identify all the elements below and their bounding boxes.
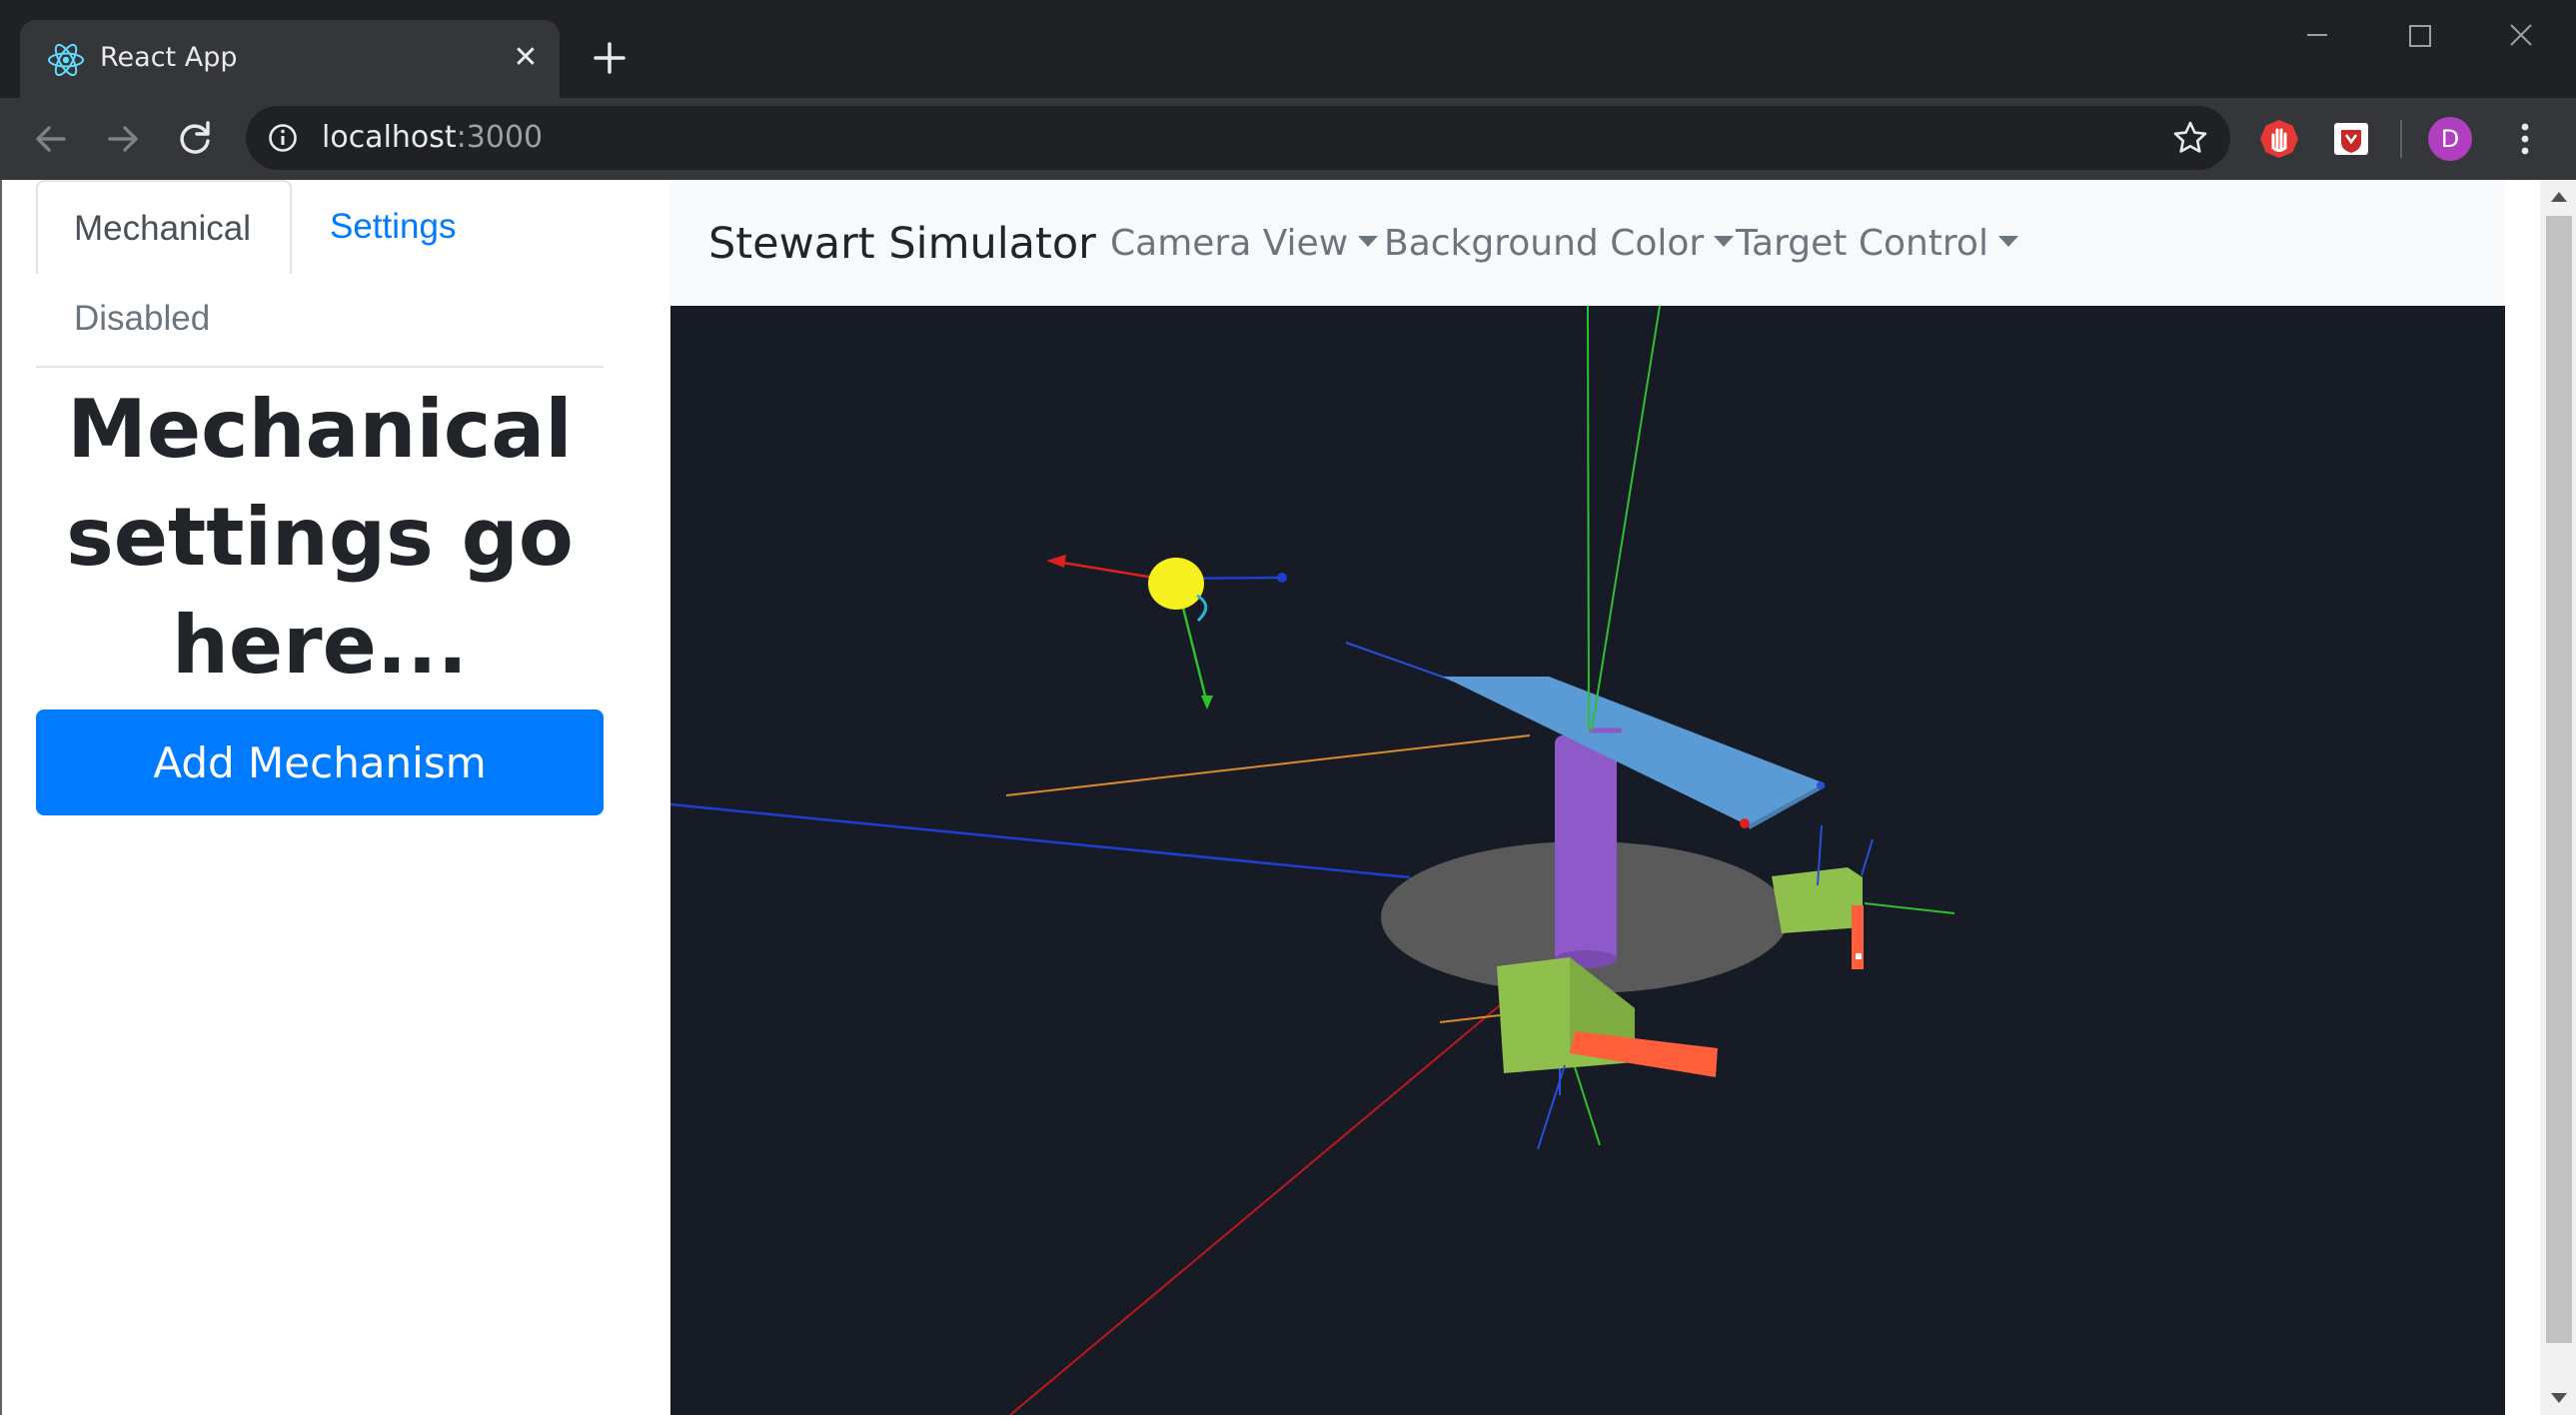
minimize-icon[interactable]	[2282, 12, 2352, 58]
tab-settings[interactable]: Settings	[330, 202, 456, 252]
maximize-icon[interactable]	[2384, 12, 2454, 58]
target-arrow-red	[1046, 555, 1066, 568]
platform-corner-blue	[1817, 781, 1825, 789]
servo-front-axis-green	[1574, 1066, 1601, 1146]
browser-tab[interactable]: React App ✕	[20, 20, 560, 98]
stop-hand-icon[interactable]	[2258, 118, 2300, 160]
info-icon[interactable]	[268, 123, 298, 153]
page-viewport: Mechanical Settings Disabled Mechanical …	[0, 180, 2576, 1416]
panel-tabs: Mechanical Settings Disabled	[36, 180, 604, 368]
servo-right-arm-tip	[1856, 953, 1862, 959]
servo-right-axis-green	[1864, 902, 1955, 914]
actuator-column	[1555, 735, 1617, 961]
top-navbar: Stewart Simulator Camera View Background…	[670, 180, 2505, 306]
caret-down-icon	[1358, 236, 1379, 247]
close-icon[interactable]	[2486, 12, 2556, 58]
tab-disabled: Disabled	[74, 299, 211, 338]
camera-view-label: Camera View	[1110, 223, 1349, 264]
servo-front-axis-blue	[1537, 1064, 1566, 1150]
close-tab-icon[interactable]: ✕	[506, 38, 546, 78]
world-axis-blue	[669, 802, 1411, 879]
background-color-label: Background Color	[1384, 223, 1705, 264]
scroll-down-arrow-icon[interactable]	[2540, 1381, 2576, 1415]
target-ring	[1196, 594, 1208, 623]
vertical-axis-green	[1587, 305, 1590, 731]
reload-icon[interactable]	[172, 116, 218, 162]
camera-view-dropdown[interactable]: Camera View	[1110, 222, 1379, 266]
target-control-label: Target Control	[1736, 223, 1988, 264]
scroll-up-arrow-icon[interactable]	[2540, 180, 2576, 214]
caret-down-icon	[1997, 236, 2018, 247]
servo-right-body	[1772, 867, 1863, 933]
plus-icon[interactable]	[588, 36, 632, 80]
star-icon[interactable]	[2172, 120, 2208, 156]
vertical-axis-green-2	[1591, 305, 1661, 731]
target-arrow-blue	[1277, 573, 1287, 583]
arrow-right-icon[interactable]	[100, 116, 146, 162]
caret-down-icon	[1714, 236, 1735, 247]
world-axis-red	[1009, 1004, 1501, 1416]
tab-title: React App	[100, 42, 238, 73]
servo-front-axis-orange	[1439, 1014, 1501, 1023]
scrollbar-thumb[interactable]	[2546, 216, 2572, 1343]
url-host: localhost	[322, 120, 457, 155]
servo-right-arm	[1852, 905, 1864, 969]
toolbar-separator	[2400, 120, 2402, 158]
scene-3d[interactable]	[669, 305, 2505, 1416]
arrow-left-icon[interactable]	[28, 116, 74, 162]
mechanical-panel: Mechanical Settings Disabled Mechanical …	[36, 180, 604, 1415]
target-arrow-green	[1201, 696, 1213, 710]
target-sphere[interactable]	[1148, 558, 1204, 610]
servo-front-arm	[1570, 1031, 1718, 1077]
shield-extension-icon[interactable]	[2330, 118, 2372, 160]
add-mechanism-button[interactable]: Add Mechanism	[36, 710, 604, 815]
url-text[interactable]: localhost:3000	[322, 118, 543, 158]
panel-heading: Mechanical settings go here...	[66, 383, 574, 692]
app-brand[interactable]: Stewart Simulator	[708, 218, 1096, 270]
profile-avatar[interactable]: D	[2428, 117, 2472, 161]
servo-right-axis-blue-2	[1861, 838, 1874, 876]
top-platform	[1443, 677, 1825, 825]
vertical-dots-icon[interactable]	[2510, 118, 2540, 160]
browser-toolbar: localhost:3000 D	[0, 98, 2576, 180]
address-bar[interactable]: localhost:3000	[246, 106, 2230, 170]
target-control-dropdown[interactable]: Target Control	[1736, 222, 2018, 266]
background-color-dropdown[interactable]: Background Color	[1384, 222, 1735, 266]
react-logo-icon	[48, 43, 84, 77]
platform-corner-red	[1740, 818, 1750, 828]
tab-mechanical[interactable]: Mechanical	[36, 180, 292, 274]
vertical-scrollbar[interactable]	[2540, 180, 2576, 1415]
simulation-canvas[interactable]	[669, 305, 2505, 1416]
platform-axis-orange	[1005, 734, 1531, 796]
browser-tab-strip: React App ✕	[0, 0, 2576, 98]
url-port: :3000	[456, 120, 544, 155]
target-axis-red	[1049, 559, 1161, 581]
